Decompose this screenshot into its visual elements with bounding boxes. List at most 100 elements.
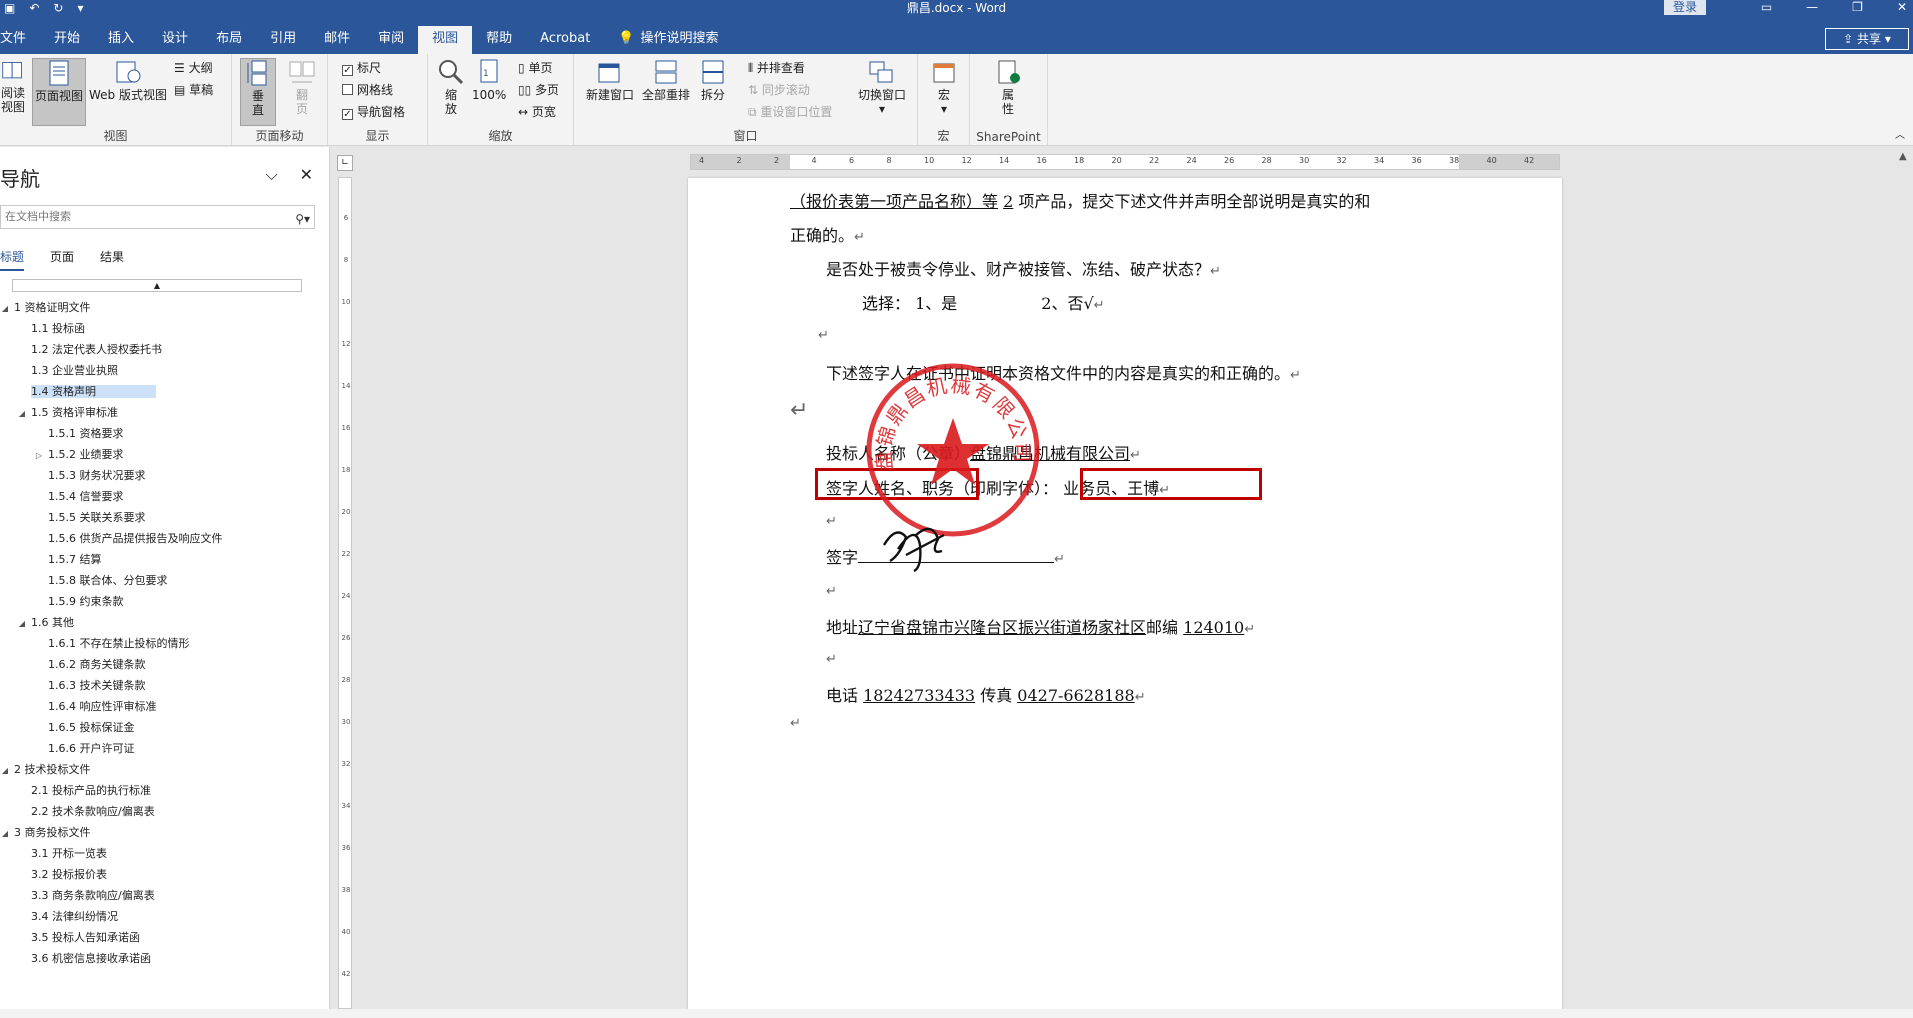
arrange-all-button[interactable]: 全部重排 xyxy=(640,58,692,102)
doc-empty-4[interactable]: ↵ xyxy=(826,580,837,599)
expanded-triangle-icon[interactable]: ◢ xyxy=(17,403,27,424)
nav-search-input[interactable]: 在文档中搜索 ⚲▾ xyxy=(0,205,315,229)
close-icon[interactable]: ✕ xyxy=(300,165,313,185)
nav-heading-item[interactable]: 1.6.4 响应性评审标准 xyxy=(0,696,320,717)
nav-heading-item[interactable]: 1.6.6 开户许可证 xyxy=(0,738,320,759)
nav-heading-item[interactable]: 3.6 机密信息接收承诺函 xyxy=(0,948,320,969)
doc-choice[interactable]: 选择： 1、是 2、否√↵ xyxy=(862,290,1105,314)
tab-9[interactable]: 帮助 xyxy=(472,26,526,54)
nav-heading-item[interactable]: ◢ 3 商务投标文件 xyxy=(0,822,320,843)
nav-heading-item[interactable]: 1.5.5 关联关系要求 xyxy=(0,507,320,528)
macros-button[interactable]: 宏 ▾ xyxy=(928,58,960,116)
doc-line-1[interactable]: （报价表第一项产品名称）等 2 项产品，提交下述文件并声明全部说明是真实的和 xyxy=(790,188,1370,212)
tab-3[interactable]: 设计 xyxy=(148,26,202,54)
nav-heading-item[interactable]: 1.5.4 信誉要求 xyxy=(0,486,320,507)
doc-phone[interactable]: 电话 18242733433 传真 0427-6628188↵ xyxy=(826,682,1146,706)
tab-7[interactable]: 审阅 xyxy=(364,26,418,54)
tab-10[interactable]: Acrobat xyxy=(526,26,604,54)
read-mode-button[interactable]: 阅读 视图 xyxy=(0,58,26,114)
expanded-triangle-icon[interactable]: ◢ xyxy=(0,298,10,319)
restore-icon[interactable]: ❐ xyxy=(1852,0,1863,14)
nav-heading-item[interactable]: 1.3 企业营业执照 xyxy=(0,360,320,381)
tab-6[interactable]: 邮件 xyxy=(310,26,364,54)
nav-heading-item[interactable]: 3.5 投标人告知承诺函 xyxy=(0,927,320,948)
doc-empty-6[interactable]: ↵ xyxy=(790,712,801,731)
side-by-side-button[interactable]: ⫴ 并排查看 xyxy=(748,60,805,76)
multiple-pages-button[interactable]: ▯▯ 多页 xyxy=(518,82,559,98)
nav-heading-item[interactable]: 1.6.2 商务关键条款 xyxy=(0,654,320,675)
vertical-scrollbar[interactable]: ▲ xyxy=(1895,147,1913,1009)
nav-heading-item[interactable]: 3.1 开标一览表 xyxy=(0,843,320,864)
collapsed-triangle-icon[interactable]: ▷ xyxy=(34,445,44,466)
nav-heading-item[interactable]: 2.1 投标产品的执行标准 xyxy=(0,780,320,801)
nav-heading-item[interactable]: 1.6.1 不存在禁止投标的情形 xyxy=(0,633,320,654)
split-button[interactable]: 拆分 xyxy=(696,58,730,102)
tab-4[interactable]: 布局 xyxy=(202,26,256,54)
one-page-button[interactable]: ▯ 单页 xyxy=(518,60,552,76)
nav-heading-item[interactable]: 1.5.7 结算 xyxy=(0,549,320,570)
nav-heading-item[interactable]: 1.5.3 财务状况要求 xyxy=(0,465,320,486)
nav-heading-item[interactable]: ◢ 1 资格证明文件 xyxy=(0,297,320,318)
nav-heading-item[interactable]: 1.2 法定代表人授权委托书 xyxy=(0,339,320,360)
nav-heading-item[interactable]: 3.2 投标报价表 xyxy=(0,864,320,885)
nav-heading-item[interactable]: 1.6.5 投标保证金 xyxy=(0,717,320,738)
tab-selector[interactable]: ∟ xyxy=(337,155,353,171)
doc-question[interactable]: 是否处于被责令停业、财产被接管、冻结、破产状态？↵ xyxy=(826,256,1221,280)
chevron-down-icon[interactable]: ⌵ xyxy=(265,165,277,185)
doc-empty-3[interactable]: ↵ xyxy=(826,510,837,529)
scroll-to-top-button[interactable]: ▲ xyxy=(12,279,302,292)
outline-button[interactable]: ☰ 大纲 xyxy=(174,60,213,76)
nav-heading-item[interactable]: 1.6.3 技术关键条款 xyxy=(0,675,320,696)
nav-tab-1[interactable]: 页面 xyxy=(50,248,74,271)
expanded-triangle-icon[interactable]: ◢ xyxy=(0,823,10,844)
nav-heading-item[interactable]: ◢ 1.5 资格评审标准 xyxy=(0,402,320,423)
nav-heading-item[interactable]: 1.5.8 联合体、分包要求 xyxy=(0,570,320,591)
tab-11[interactable]: 💡 操作说明搜索 xyxy=(604,26,732,54)
tab-8[interactable]: 视图 xyxy=(418,26,473,54)
vertical-button[interactable]: 垂 直 xyxy=(240,58,276,126)
page-width-button[interactable]: ↔ 页宽 xyxy=(518,104,556,120)
tab-5[interactable]: 引用 xyxy=(256,26,310,54)
tab-1[interactable]: 开始 xyxy=(40,26,94,54)
nav-heading-item[interactable]: 3.4 法律纠纷情况 xyxy=(0,906,320,927)
nav-heading-item[interactable]: 1.4 资格声明 xyxy=(0,381,320,402)
document-page[interactable] xyxy=(688,178,1562,1009)
share-button[interactable]: ⇪ 共享 ▾ xyxy=(1825,28,1909,50)
tab-2[interactable]: 插入 xyxy=(94,26,148,54)
vertical-ruler-track[interactable]: 6 8 10 12 14 16 18 20 22 24 26 28 30 32 34 36 38 40 42 xyxy=(338,177,352,1009)
nav-heading-item[interactable]: 1.5.6 供货产品提供报告及响应文件 xyxy=(0,528,320,549)
gridlines-checkbox[interactable]: 网格线 xyxy=(342,82,393,98)
login-button[interactable]: 登录 xyxy=(1664,0,1706,15)
new-window-button[interactable]: 新建窗口 xyxy=(584,58,636,102)
zoom-100-button[interactable]: 1 100% xyxy=(472,58,506,102)
properties-button[interactable]: 属 性 xyxy=(990,58,1026,116)
nav-heading-item[interactable]: 1.5.9 约束条款 xyxy=(0,591,320,612)
scroll-up-icon[interactable]: ▲ xyxy=(1899,151,1907,162)
nav-heading-item[interactable]: 2.2 技术条款响应/偏离表 xyxy=(0,801,320,822)
nav-tab-2[interactable]: 结果 xyxy=(100,248,124,271)
reset-position-button[interactable]: ⧉ 重设窗口位置 xyxy=(748,104,832,120)
nav-pane-checkbox[interactable]: ✓ 导航窗格 xyxy=(342,104,405,120)
doc-address[interactable]: 地址辽宁省盘锦市兴隆台区振兴街道杨家社区邮编 124010↵ xyxy=(826,614,1255,638)
doc-empty-1[interactable]: ↵ xyxy=(818,324,829,343)
draft-button[interactable]: ▤ 草稿 xyxy=(174,82,213,98)
switch-windows-button[interactable]: 切换窗口 ▾ xyxy=(854,58,910,116)
nav-heading-item[interactable]: 3.3 商务条款响应/偏离表 xyxy=(0,885,320,906)
sync-scroll-button[interactable]: ⇅ 同步滚动 xyxy=(748,82,810,98)
web-layout-button[interactable]: Web 版式视图 xyxy=(88,58,168,102)
ribbon-display-icon[interactable]: ▭ xyxy=(1761,0,1772,14)
nav-heading-item[interactable]: ▷ 1.5.2 业绩要求 xyxy=(0,444,320,465)
search-icon[interactable]: ⚲▾ xyxy=(295,208,310,230)
doc-empty-5[interactable]: ↵ xyxy=(826,648,837,667)
expanded-triangle-icon[interactable]: ◢ xyxy=(0,760,10,781)
tab-0[interactable]: 文件 xyxy=(0,26,40,54)
close-icon[interactable]: ✕ xyxy=(1897,0,1907,14)
zoom-button[interactable]: 缩 放 xyxy=(436,58,466,116)
side-to-side-button[interactable]: 翻 页 xyxy=(284,58,320,116)
doc-empty-2[interactable]: ↵ xyxy=(790,398,808,423)
ruler-checkbox[interactable]: ✓ 标尺 xyxy=(342,60,381,76)
nav-heading-item[interactable]: ◢ 1.6 其他 xyxy=(0,612,320,633)
nav-heading-item[interactable]: 1.5.1 资格要求 xyxy=(0,423,320,444)
expanded-triangle-icon[interactable]: ◢ xyxy=(17,613,27,634)
nav-heading-item[interactable]: ◢ 2 技术投标文件 xyxy=(0,759,320,780)
